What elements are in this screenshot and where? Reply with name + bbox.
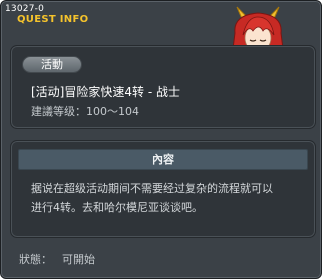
content-line: 进行4转。去和哈尔模尼亚谈谈吧。 (31, 201, 203, 214)
quest-info-window: 13027-0 QUEST INFO 活動 [活动]冒险家快速4转 - 战士 建… (0, 0, 322, 279)
content-line: 据说在超级活动期间不需要经过复杂的流程就可以 (31, 182, 273, 195)
quest-level-requirement: 建議等级：100～104 (31, 105, 139, 118)
status-row: 狀態： 可開始 (19, 251, 105, 267)
content-header: 內容 (18, 149, 308, 170)
quest-content-panel: 內容 据说在超级活动期间不需要经过复杂的流程就可以 进行4转。去和哈尔模尼亚谈谈… (10, 140, 316, 238)
status-value: 可開始 (62, 253, 95, 266)
status-label: 狀態： (19, 253, 52, 266)
quest-name: [活动]冒险家快速4转 - 战士 (31, 85, 180, 99)
content-description: 据说在超级活动期间不需要经过复杂的流程就可以 进行4转。去和哈尔模尼亚谈谈吧。 (31, 179, 301, 217)
quest-id: 13027-0 (5, 4, 45, 14)
category-badge: 活動 (22, 56, 82, 73)
quest-summary-panel: 活動 [活动]冒险家快速4转 - 战士 建議等级：100～104 (10, 45, 316, 129)
window-title: QUEST INFO (17, 14, 89, 25)
